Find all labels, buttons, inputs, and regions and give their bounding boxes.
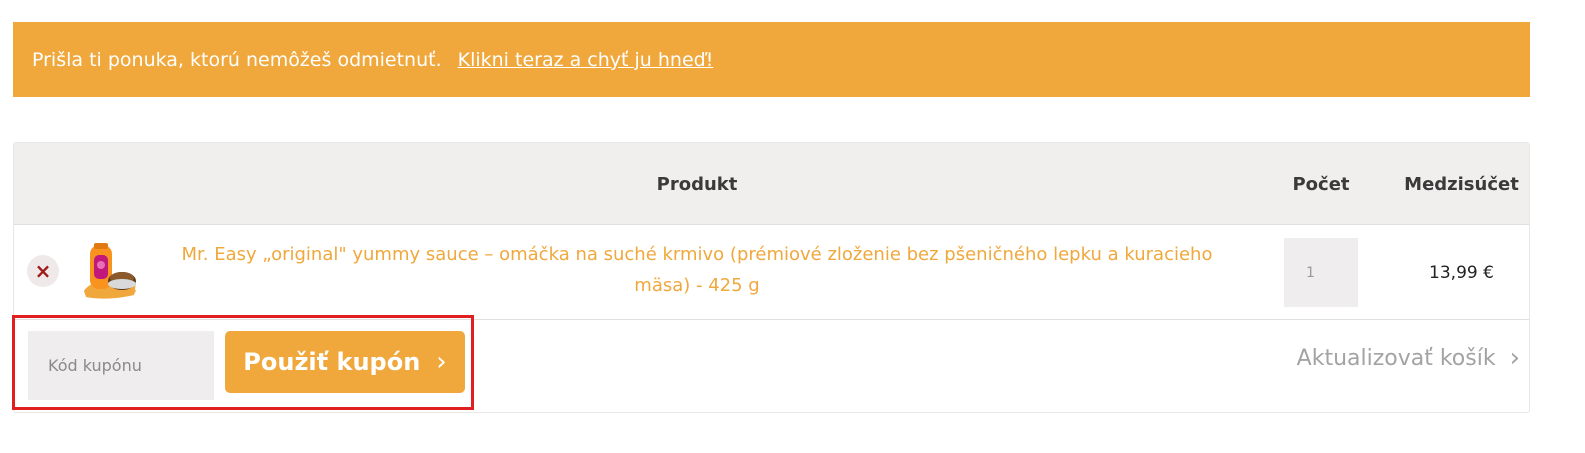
chevron-right-icon: › <box>436 347 447 377</box>
apply-coupon-label: Použiť kupón <box>243 348 421 376</box>
close-icon: × <box>34 259 52 283</box>
cart-table: Produkt Počet Medzisúčet × Mr. Easy „ori… <box>12 142 1530 413</box>
cart-item-row: × Mr. Easy „original" yummy sauce – omáč… <box>14 225 1529 320</box>
cart-actions: Použiť kupón › Aktualizovať košík › <box>12 315 1529 413</box>
product-thumbnail[interactable] <box>78 239 138 301</box>
column-header-quantity: Počet <box>1292 173 1350 195</box>
remove-item-button[interactable]: × <box>27 255 59 287</box>
chevron-right-icon: › <box>1509 343 1520 373</box>
product-name-link[interactable]: Mr. Easy „original" yummy sauce – omáčka… <box>174 239 1220 301</box>
quantity-input[interactable] <box>1284 238 1358 307</box>
apply-coupon-button[interactable]: Použiť kupón › <box>225 331 465 393</box>
coupon-code-input[interactable] <box>28 331 214 400</box>
offer-notice-banner: Prišla ti ponuka, ktorú nemôžeš odmietnu… <box>13 22 1530 97</box>
update-cart-button[interactable]: Aktualizovať košík › <box>1297 320 1520 396</box>
coupon-highlight-box: Použiť kupón › <box>12 315 474 410</box>
update-cart-label: Aktualizovať košík <box>1296 345 1496 371</box>
cart-table-header: Produkt Počet Medzisúčet <box>14 143 1529 225</box>
offer-link[interactable]: Klikni teraz a chyť ju hneď! <box>458 49 714 71</box>
offer-message: Prišla ti ponuka, ktorú nemôžeš odmietnu… <box>32 48 442 71</box>
column-header-subtotal: Medzisúčet <box>1404 173 1519 195</box>
column-header-product: Produkt <box>656 173 738 195</box>
item-subtotal: 13,99 € <box>1429 262 1494 283</box>
